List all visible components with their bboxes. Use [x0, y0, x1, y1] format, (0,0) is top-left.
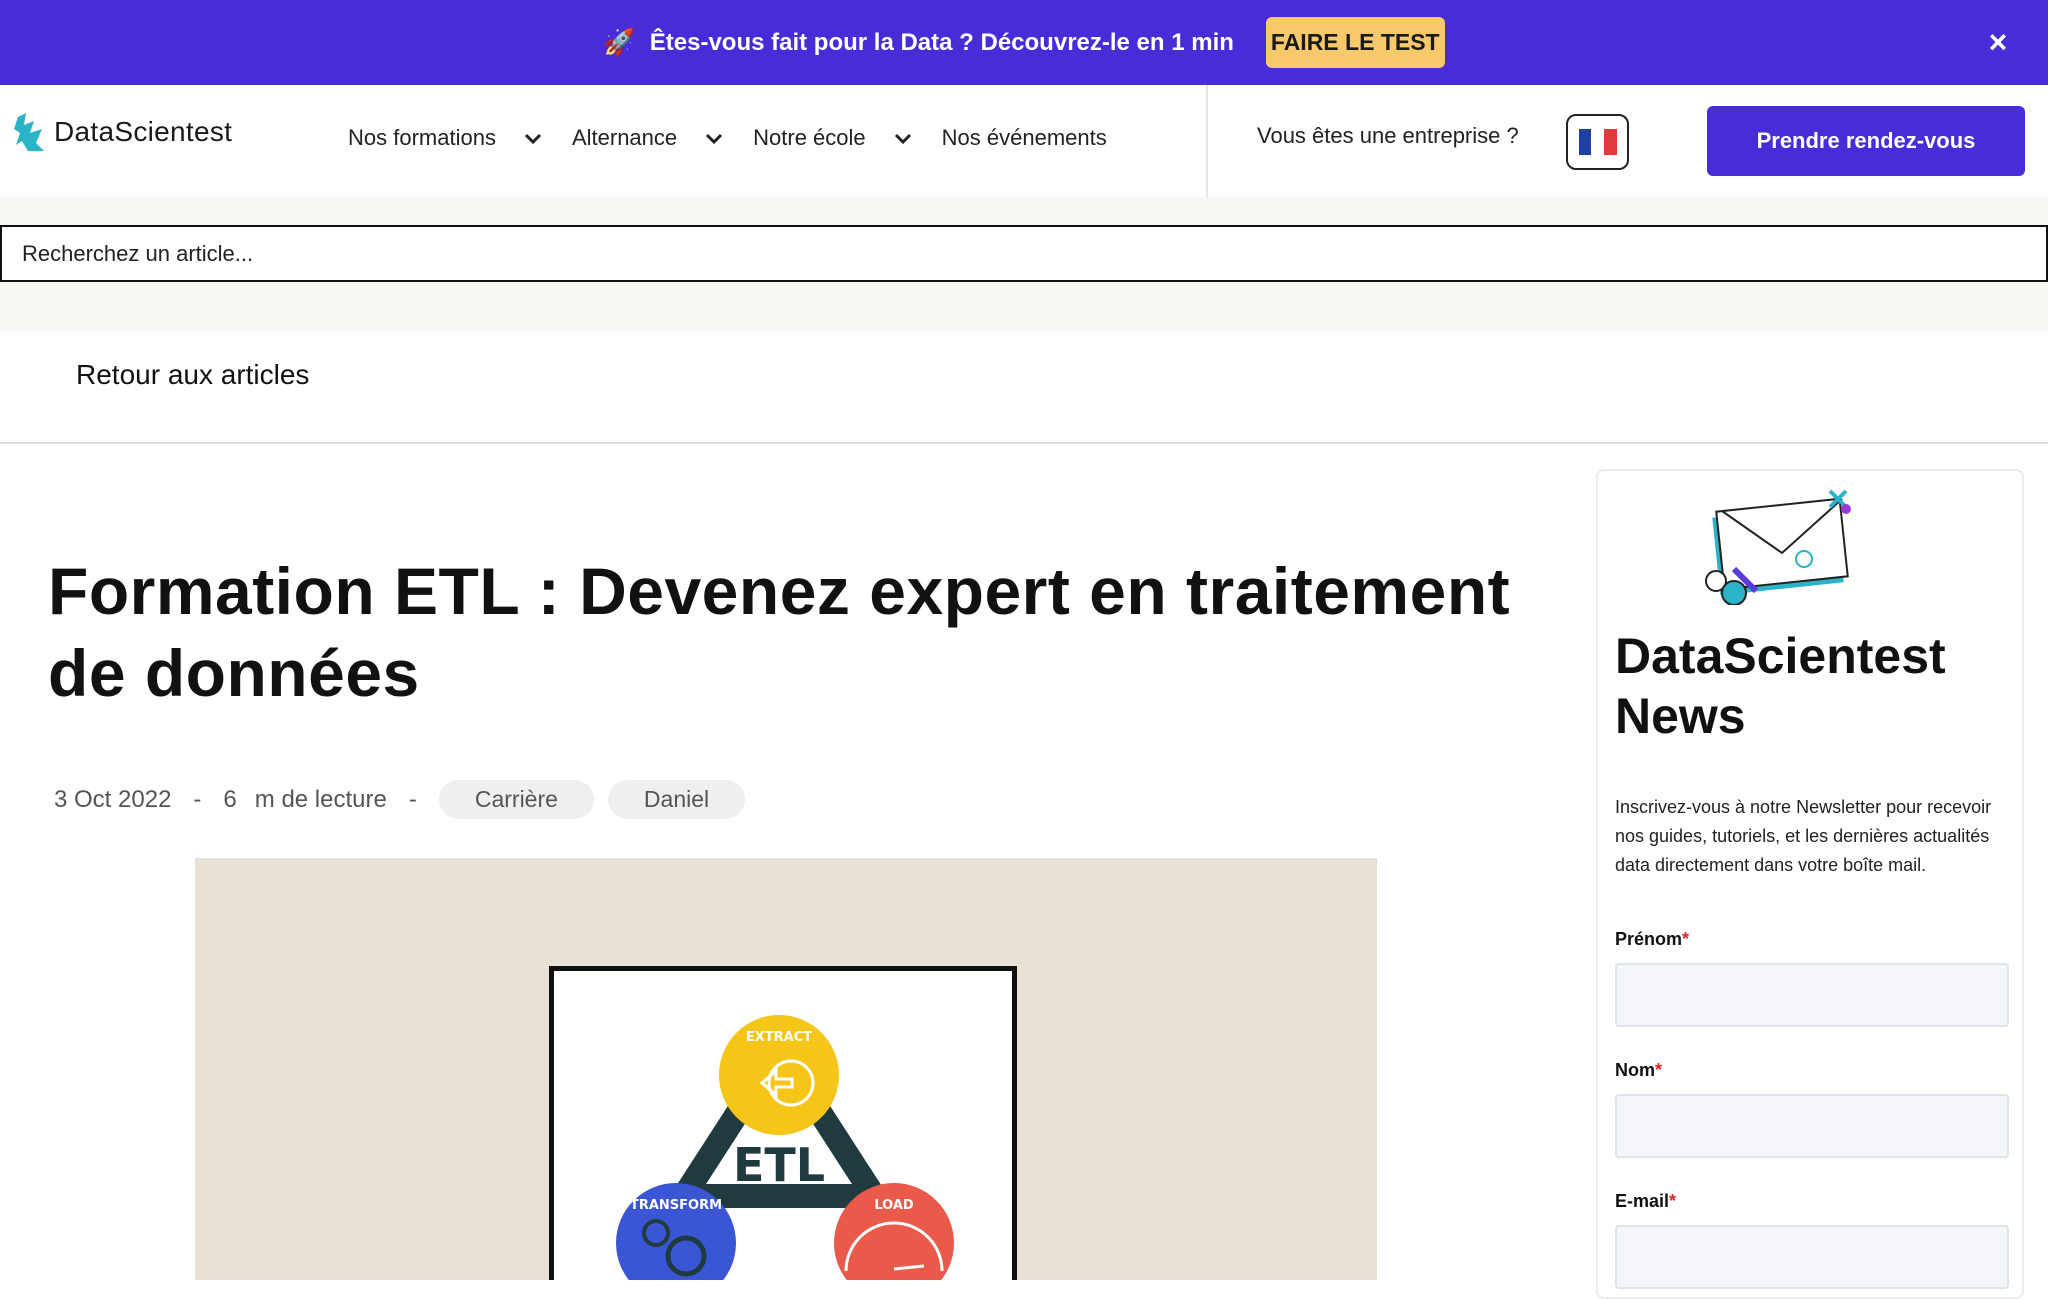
field-label-text: Nom: [1615, 1060, 1655, 1080]
language-button[interactable]: [1566, 114, 1629, 170]
french-flag-icon: [1578, 129, 1617, 155]
required-mark: *: [1682, 929, 1690, 949]
logo-icon: [14, 113, 44, 151]
newsletter-title: DataScientest News: [1615, 628, 1946, 744]
tag-author[interactable]: Daniel: [607, 780, 746, 819]
reading-label: m de lecture: [254, 785, 387, 813]
nav-evenements[interactable]: Nos événements: [942, 125, 1107, 151]
article-meta: 3 Oct 2022 - 6 m de lecture - Carrière D…: [54, 780, 759, 819]
envelope-icon: [1705, 489, 1851, 605]
nav-label: Nos formations: [348, 125, 496, 150]
rocket-icon: 🚀: [603, 27, 636, 57]
promo-text-group: 🚀 Êtes-vous fait pour la Data ? Découvre…: [603, 27, 1234, 58]
search-band: [0, 197, 2048, 331]
field-label-text: E-mail: [1615, 1191, 1670, 1211]
load-label: LOAD: [874, 1198, 914, 1213]
logo[interactable]: DataScientest: [14, 111, 232, 153]
enterprise-link[interactable]: Vous êtes une entreprise ?: [1257, 123, 1519, 149]
email-field[interactable]: [1615, 1225, 2009, 1289]
article-date: 3 Oct 2022: [54, 785, 172, 813]
site-header: DataScientest Nos formations Alternance …: [0, 85, 2048, 197]
tag-carriere[interactable]: Carrière: [438, 780, 594, 819]
etl-center-label: ETL: [733, 1138, 825, 1192]
back-to-articles-link[interactable]: Retour aux articles: [76, 359, 309, 391]
lastname-label: Nom*: [1615, 1060, 1662, 1081]
firstname-field[interactable]: [1615, 963, 2009, 1027]
logo-text: DataScientest: [54, 116, 233, 147]
nav-ecole[interactable]: Notre école: [753, 125, 914, 151]
transform-label: TRANSFORM: [630, 1198, 722, 1213]
article-title: Formation ETL : Devenez expert en traite…: [48, 554, 1511, 710]
nav-label: Alternance: [571, 125, 678, 150]
etl-illustration-frame: ETL EXTRACT TRANSFORM LOAD: [549, 966, 1017, 1280]
etl-diagram: ETL EXTRACT TRANSFORM LOAD: [616, 1015, 954, 1280]
nav-alternance[interactable]: Alternance: [572, 125, 725, 151]
back-row: Retour aux articles: [0, 331, 2048, 444]
required-mark: *: [1655, 1060, 1663, 1080]
email-label: E-mail*: [1615, 1191, 1676, 1212]
promo-text: Êtes-vous fait pour la Data ? Découvrez-…: [649, 28, 1234, 56]
chevron-down-icon: [706, 133, 723, 145]
lastname-field[interactable]: [1615, 1094, 2009, 1158]
article-hero-image: ETL EXTRACT TRANSFORM LOAD: [195, 858, 1377, 1280]
chevron-down-icon: [894, 133, 911, 145]
meta-separator: -: [193, 785, 202, 813]
search-input[interactable]: [0, 225, 2048, 282]
promo-banner: 🚀 Êtes-vous fait pour la Data ? Découvre…: [0, 0, 2048, 85]
main-nav: Nos formations Alternance Notre école No…: [348, 125, 1135, 151]
newsletter-panel: DataScientest News Inscrivez-vous à notr…: [1596, 469, 2024, 1299]
required-mark: *: [1669, 1191, 1677, 1211]
newsletter-description: Inscrivez-vous à notre Newsletter pour r…: [1615, 797, 1992, 875]
appointment-button[interactable]: Prendre rendez-vous: [1707, 106, 2025, 176]
extract-label: EXTRACT: [746, 1030, 812, 1045]
meta-separator: -: [408, 785, 417, 813]
reading-number: 6: [223, 785, 237, 813]
field-label-text: Prénom: [1615, 929, 1683, 949]
nav-label: Nos événements: [941, 125, 1107, 150]
firstname-label: Prénom*: [1615, 929, 1689, 950]
take-test-button[interactable]: FAIRE LE TEST: [1265, 17, 1445, 68]
chevron-down-icon: [524, 133, 542, 145]
header-divider: [1206, 85, 1208, 197]
close-icon[interactable]: ×: [1980, 24, 2016, 60]
nav-formations[interactable]: Nos formations: [348, 125, 544, 151]
nav-label: Notre école: [753, 125, 866, 150]
reading-time: 6 m de lecture: [223, 786, 386, 814]
